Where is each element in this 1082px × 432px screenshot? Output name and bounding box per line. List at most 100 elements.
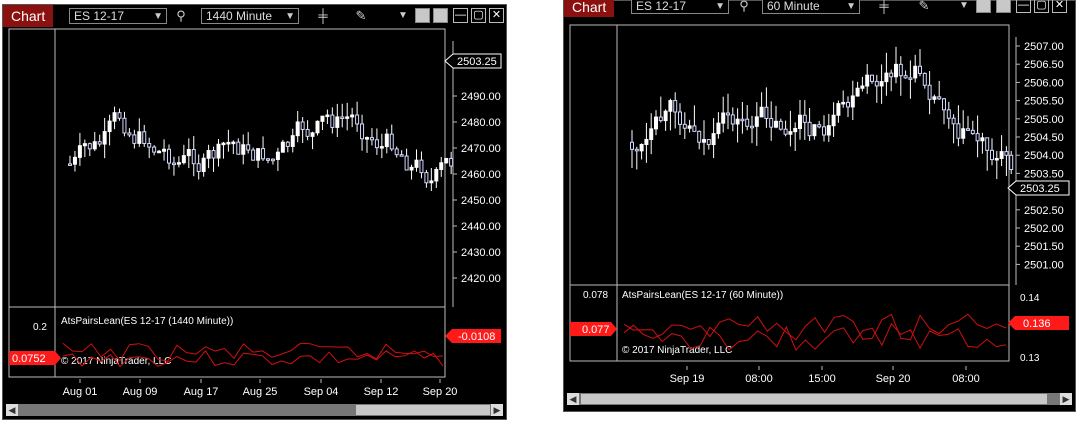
scroll-thumb[interactable] — [581, 394, 1047, 404]
candle-body — [285, 141, 290, 147]
tile-button-1[interactable] — [976, 0, 991, 13]
menu-arrow-icon[interactable]: ▼ — [956, 0, 972, 14]
date-tick-label: 15:00 — [808, 373, 836, 385]
candle-body — [903, 75, 908, 79]
candle-body — [846, 101, 850, 108]
candle-body — [951, 117, 956, 125]
candle-body — [132, 134, 137, 144]
scroll-right-icon[interactable]: ▶ — [1060, 393, 1072, 405]
candle-body — [826, 125, 831, 136]
indicator-axis-label: 0.2 — [33, 322, 47, 333]
candle-body — [290, 135, 295, 147]
minimize-icon[interactable]: — — [453, 8, 468, 23]
minimize-icon[interactable]: — — [1016, 0, 1031, 13]
price-tick-label: 2420.00 — [461, 273, 501, 285]
candle-body — [186, 149, 191, 157]
bar-type-icon[interactable]: ╪ — [876, 0, 892, 14]
candle-body — [137, 131, 142, 144]
candle-body — [918, 65, 922, 74]
date-tick-label: 08:00 — [952, 373, 980, 385]
candle-body — [201, 157, 206, 172]
candle-body — [692, 125, 697, 132]
price-tick-label: 2501.00 — [1024, 259, 1064, 271]
pencil-icon[interactable]: ✎ — [916, 0, 932, 14]
date-tick-label: Sep 20 — [876, 373, 911, 385]
candle-body — [874, 80, 879, 87]
pencil-icon[interactable]: ✎ — [353, 8, 369, 24]
tile-button-2[interactable] — [433, 8, 448, 23]
indicator-right-marker-label: -0.0108 — [458, 331, 495, 343]
interval-selector[interactable]: 60 Minute ▼ — [762, 0, 860, 14]
close-icon[interactable]: ✕ — [489, 8, 504, 23]
candle-body — [740, 118, 745, 122]
price-tick-label: 2480.00 — [461, 117, 501, 129]
dropdown-arrow-icon: ▼ — [715, 1, 725, 12]
candle-body — [860, 85, 865, 89]
price-chart-left[interactable]: 2490.00 2480.00 2470.00 2460.00 2450.00 2440.… — [3, 27, 506, 403]
scroll-left-icon[interactable]: ◀ — [6, 404, 18, 416]
horizontal-scrollbar[interactable]: ◀ ▶ — [6, 404, 503, 416]
candle-body — [310, 132, 315, 137]
candle-body — [399, 154, 404, 157]
candle-body — [778, 120, 783, 130]
candle-body — [374, 139, 379, 149]
price-tick-label: 2504.00 — [1024, 150, 1064, 162]
menu-arrow-icon[interactable]: ▼ — [395, 8, 411, 24]
candle-body — [127, 132, 132, 136]
candle-body — [942, 98, 946, 111]
price-panel-border — [8, 28, 446, 308]
date-tick-label: Sep 12 — [364, 386, 399, 398]
price-chart-right[interactable]: 2507.00 2506.50 2506.00 2505.50 2505.00 2504.… — [564, 23, 1075, 393]
candle-body — [937, 96, 942, 100]
date-tick-label: Aug 01 — [63, 386, 98, 398]
maximize-icon[interactable]: ▢ — [471, 8, 486, 23]
candle-body — [908, 77, 913, 80]
candle-body — [251, 149, 256, 161]
candle-body — [630, 141, 634, 150]
last-price-marker: 2503.25 — [1007, 180, 1070, 196]
candle-body — [927, 84, 932, 100]
candle-body — [975, 133, 980, 142]
search-icon[interactable]: ⚲ — [173, 8, 189, 24]
candle-body — [831, 114, 836, 127]
candle-body — [369, 137, 374, 141]
candle-body — [340, 116, 345, 119]
indicator-left-marker: 0.0752 — [9, 351, 61, 365]
instrument-selector[interactable]: ES 12-17 ▼ — [69, 8, 167, 24]
candle-body — [894, 63, 898, 78]
candle-body — [889, 72, 894, 78]
instrument-value: ES 12-17 — [74, 9, 125, 23]
last-price-marker: 2503.25 — [444, 53, 502, 69]
close-icon[interactable]: ✕ — [1052, 0, 1067, 13]
candle-body — [236, 141, 241, 155]
bar-type-icon[interactable]: ╪ — [315, 8, 331, 24]
indicator-axis-bottom: 0.13 — [1020, 353, 1040, 364]
candle-body — [634, 148, 639, 152]
candle-body — [706, 139, 711, 146]
dropdown-arrow-icon: ▼ — [285, 11, 295, 22]
candle-body — [72, 156, 77, 165]
interval-selector[interactable]: 1440 Minute ▼ — [201, 8, 299, 24]
horizontal-scrollbar[interactable]: ◀ ▶ — [567, 393, 1072, 405]
candle-body — [360, 123, 365, 140]
scroll-right-icon[interactable]: ▶ — [491, 404, 503, 416]
candle-body — [668, 100, 673, 112]
candle-body — [913, 65, 918, 79]
price-tick-label: 2502.00 — [1024, 223, 1064, 235]
candle-body — [280, 141, 285, 153]
candle-body — [211, 150, 216, 159]
search-icon[interactable]: ⚲ — [736, 0, 752, 14]
candle-body — [295, 121, 300, 137]
maximize-icon[interactable]: ▢ — [1034, 0, 1049, 13]
tile-button-2[interactable] — [996, 0, 1011, 13]
candle-body — [404, 155, 409, 171]
tile-button-1[interactable] — [415, 8, 430, 23]
instrument-selector[interactable]: ES 12-17 ▼ — [631, 0, 729, 14]
scroll-left-icon[interactable]: ◀ — [567, 393, 579, 405]
scroll-thumb[interactable] — [356, 405, 490, 415]
candle-body — [999, 151, 1004, 159]
candle-body — [870, 74, 874, 82]
candle-body — [176, 162, 181, 165]
candle-body — [384, 133, 389, 148]
candle-body — [798, 114, 802, 129]
